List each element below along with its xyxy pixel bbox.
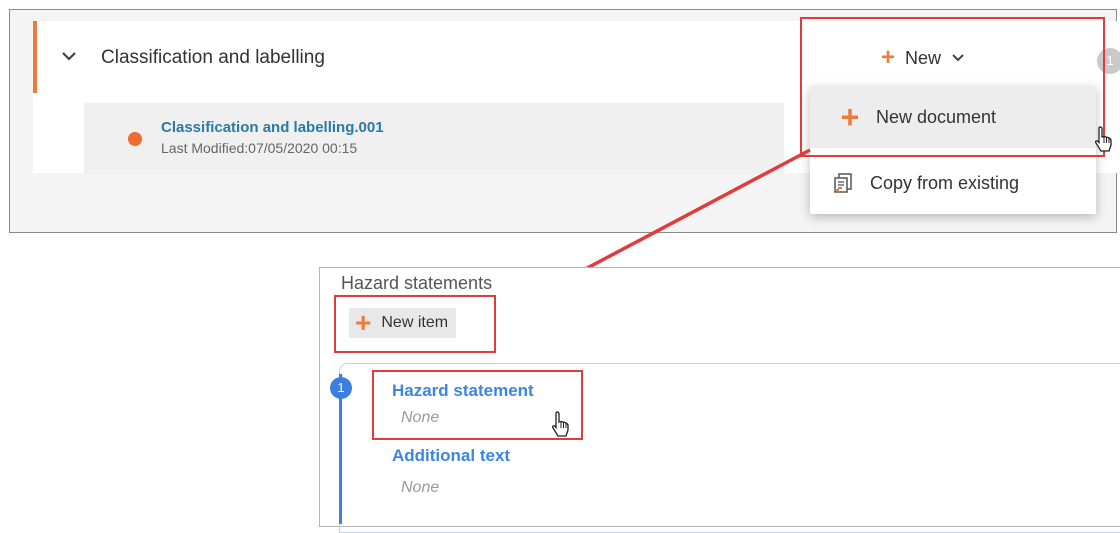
new-item-button[interactable]: + New item [349,307,457,338]
hazard-statement-value: None [401,409,440,426]
hazard-statement-label[interactable]: Hazard statement [392,381,534,401]
additional-text-value: None [401,479,440,496]
plus-icon: + [355,307,372,338]
item-number-badge: 1 [330,377,352,399]
additional-text-label[interactable]: Additional text [392,446,510,466]
hazard-statements-panel: Hazard statements + New item 1 Hazard st… [319,267,1120,533]
hand-cursor-icon [551,411,569,437]
panel-title: Hazard statements [341,273,493,293]
new-item-label: New item [381,314,449,331]
